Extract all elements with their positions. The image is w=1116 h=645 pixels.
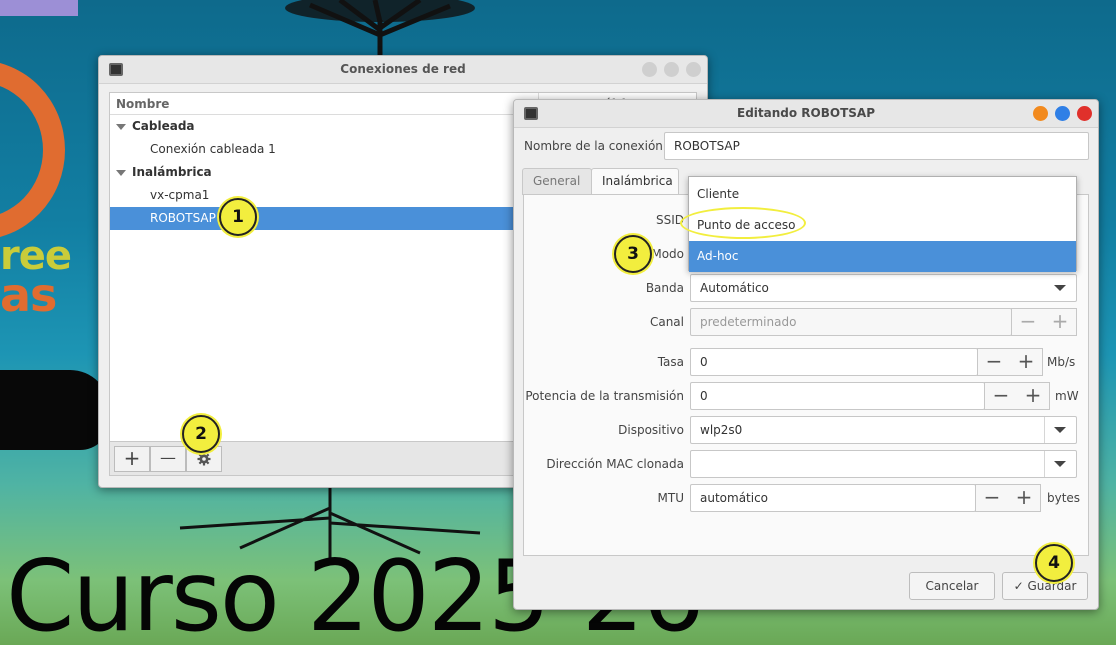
expander-icon[interactable]	[116, 124, 126, 130]
step-badge-3: 3	[614, 235, 652, 273]
tx-power-label: Potencia de la transmisión	[525, 389, 684, 403]
close-button[interactable]	[1077, 106, 1092, 121]
wallpaper-orange-arc	[0, 60, 65, 240]
channel-decrement-button[interactable]: −	[1012, 309, 1044, 335]
step-badge-4: 4	[1035, 544, 1073, 582]
tx-power-input[interactable]: 0	[690, 382, 985, 410]
gear-icon	[197, 452, 211, 466]
tab-wireless[interactable]: Inalámbrica	[591, 168, 679, 195]
maximize-button[interactable]	[1055, 106, 1070, 121]
band-dropdown[interactable]: Automático	[690, 274, 1077, 302]
tx-power-increment-button[interactable]: +	[1017, 383, 1049, 409]
combobox-divider	[1044, 451, 1045, 477]
edit-window-title: Editando ROBOTSAP	[737, 106, 875, 120]
chevron-down-icon[interactable]	[1054, 285, 1066, 291]
edit-titlebar[interactable]: Editando ROBOTSAP	[514, 100, 1098, 128]
channel-increment-button[interactable]: +	[1044, 309, 1076, 335]
connection-label: ROBOTSAP	[150, 211, 216, 225]
maximize-button[interactable]	[664, 62, 679, 77]
combobox-divider	[1044, 417, 1045, 443]
connections-window-title: Conexiones de red	[340, 62, 466, 76]
minimize-button[interactable]	[1033, 106, 1048, 121]
rate-label: Tasa	[657, 355, 684, 369]
minimize-button[interactable]	[642, 62, 657, 77]
expander-icon[interactable]	[116, 170, 126, 176]
connection-name-label: Nombre de la conexión	[524, 139, 663, 153]
close-button[interactable]	[686, 62, 701, 77]
group-label: Cableada	[132, 119, 195, 133]
device-combobox[interactable]: wlp2s0	[690, 416, 1077, 444]
mtu-label: MTU	[657, 491, 684, 505]
mtu-unit: bytes	[1047, 491, 1081, 505]
wallpaper-ink-blob	[0, 370, 110, 450]
remove-connection-button[interactable]: —	[150, 446, 186, 472]
wallpaper-tree	[285, 0, 475, 56]
mtu-stepper: − +	[975, 484, 1041, 512]
mode-option-adhoc[interactable]: Ad-hoc	[689, 241, 1076, 272]
mode-label: Modo	[651, 247, 684, 261]
connection-name-input[interactable]: ROBOTSAP	[664, 132, 1089, 160]
chevron-down-icon[interactable]	[1054, 461, 1066, 467]
rate-unit: Mb/s	[1047, 355, 1076, 369]
wallpaper-text-2: as	[0, 268, 57, 322]
rate-stepper: − +	[977, 348, 1043, 376]
chevron-down-icon[interactable]	[1054, 427, 1066, 433]
rate-increment-button[interactable]: +	[1010, 349, 1042, 375]
tx-power-stepper: − +	[984, 382, 1050, 410]
channel-label: Canal	[649, 315, 684, 329]
connection-label: Conexión cableada 1	[150, 142, 276, 156]
tab-general[interactable]: General	[522, 168, 592, 195]
check-icon: ✓	[1013, 579, 1024, 593]
mtu-increment-button[interactable]: +	[1008, 485, 1040, 511]
channel-input[interactable]: predeterminado	[690, 308, 1012, 336]
connection-label: vx-cpma1	[150, 188, 210, 202]
column-name[interactable]: Nombre	[116, 97, 169, 111]
band-label: Banda	[645, 281, 684, 295]
group-label: Inalámbrica	[132, 165, 212, 179]
mode-option-client[interactable]: Cliente	[689, 179, 1076, 210]
add-connection-button[interactable]: +	[114, 446, 150, 472]
rate-decrement-button[interactable]: −	[978, 349, 1010, 375]
tx-power-decrement-button[interactable]: −	[985, 383, 1017, 409]
mtu-input[interactable]: automático	[690, 484, 976, 512]
step-badge-1: 1	[219, 198, 257, 236]
access-point-highlight	[680, 207, 806, 239]
mac-combobox[interactable]	[690, 450, 1077, 478]
mtu-decrement-button[interactable]: −	[976, 485, 1008, 511]
device-label: Dispositivo	[618, 423, 684, 437]
mac-label: Dirección MAC clonada	[546, 457, 684, 471]
channel-stepper: − +	[1011, 308, 1077, 336]
tx-power-unit: mW	[1055, 389, 1079, 403]
cancel-button[interactable]: Cancelar	[909, 572, 995, 600]
rate-input[interactable]: 0	[690, 348, 978, 376]
connections-titlebar[interactable]: Conexiones de red	[99, 56, 707, 84]
step-badge-2: 2	[182, 415, 220, 453]
wallpaper-block	[0, 0, 78, 16]
